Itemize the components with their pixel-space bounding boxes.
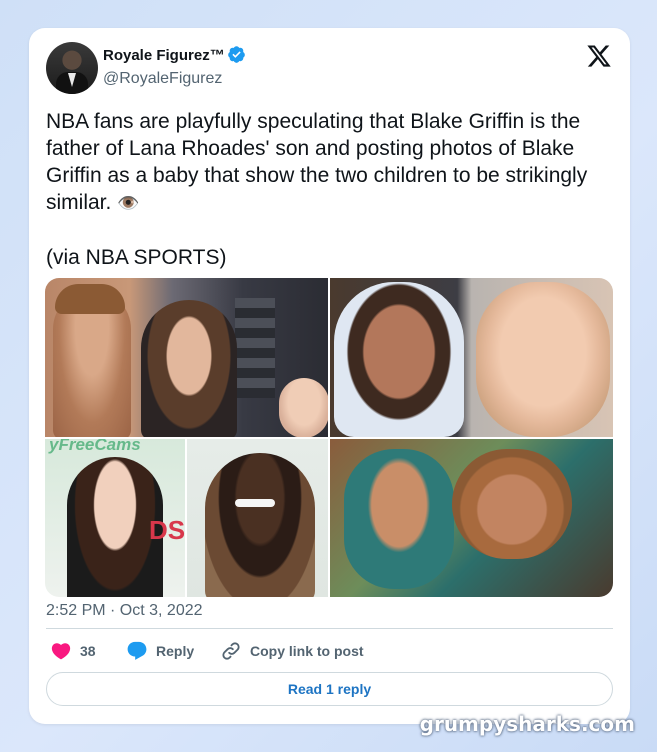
media-photo-1[interactable] xyxy=(45,278,328,437)
photo-shelf xyxy=(235,298,275,398)
photo-child-hugging xyxy=(344,449,454,589)
divider xyxy=(46,628,613,629)
author-avatar[interactable] xyxy=(46,42,98,94)
copy-link-label: Copy link to post xyxy=(250,643,364,659)
photo-person-man-2 xyxy=(205,453,315,597)
photo-child-smiling xyxy=(452,449,572,559)
photo-smile xyxy=(235,499,275,507)
author-handle[interactable]: @RoyaleFigurez xyxy=(103,70,222,88)
tweet-timestamp[interactable]: 2:52 PM · Oct 3, 2022 xyxy=(46,602,203,620)
action-bar: 38 Reply Copy link to post xyxy=(46,640,613,664)
reply-button[interactable]: Reply xyxy=(126,640,194,662)
like-count: 38 xyxy=(80,643,96,659)
link-icon xyxy=(222,642,240,660)
tweet-source-line: (via NBA SPORTS) xyxy=(46,246,227,269)
read-replies-button[interactable]: Read 1 reply xyxy=(46,672,613,706)
media-photo-5[interactable] xyxy=(330,439,613,597)
site-watermark: grumpysharks.com xyxy=(419,712,635,736)
verified-badge-icon xyxy=(228,46,245,63)
tweet-text: NBA fans are playfully speculating that … xyxy=(46,108,621,271)
photo-person-woman xyxy=(141,300,237,437)
media-grid[interactable]: yFreeCams DS xyxy=(45,278,613,597)
media-photo-4[interactable] xyxy=(187,439,328,597)
photo-child-right xyxy=(476,282,610,437)
reply-label: Reply xyxy=(156,643,195,659)
photo-hair xyxy=(55,284,125,314)
photo-child-left xyxy=(334,282,464,437)
media-photo-2[interactable] xyxy=(330,278,613,437)
photo-baby xyxy=(279,378,328,437)
like-button[interactable]: 38 xyxy=(50,640,96,662)
media-photo-3[interactable]: yFreeCams DS xyxy=(45,439,185,597)
heart-icon xyxy=(51,643,71,660)
tweet-card: Royale Figurez™ @RoyaleFigurez NBA fans … xyxy=(29,28,630,724)
copy-link-button[interactable]: Copy link to post xyxy=(220,640,364,662)
eye-emoji: 👁️ xyxy=(117,193,140,213)
author-name[interactable]: Royale Figurez™ xyxy=(103,47,225,64)
read-replies-label: Read 1 reply xyxy=(287,681,372,697)
x-logo-icon[interactable] xyxy=(586,43,612,69)
reply-bubble-icon xyxy=(127,641,147,660)
photo-banner-text: DS xyxy=(149,515,185,545)
photo-sign-text: yFreeCams xyxy=(49,439,141,454)
